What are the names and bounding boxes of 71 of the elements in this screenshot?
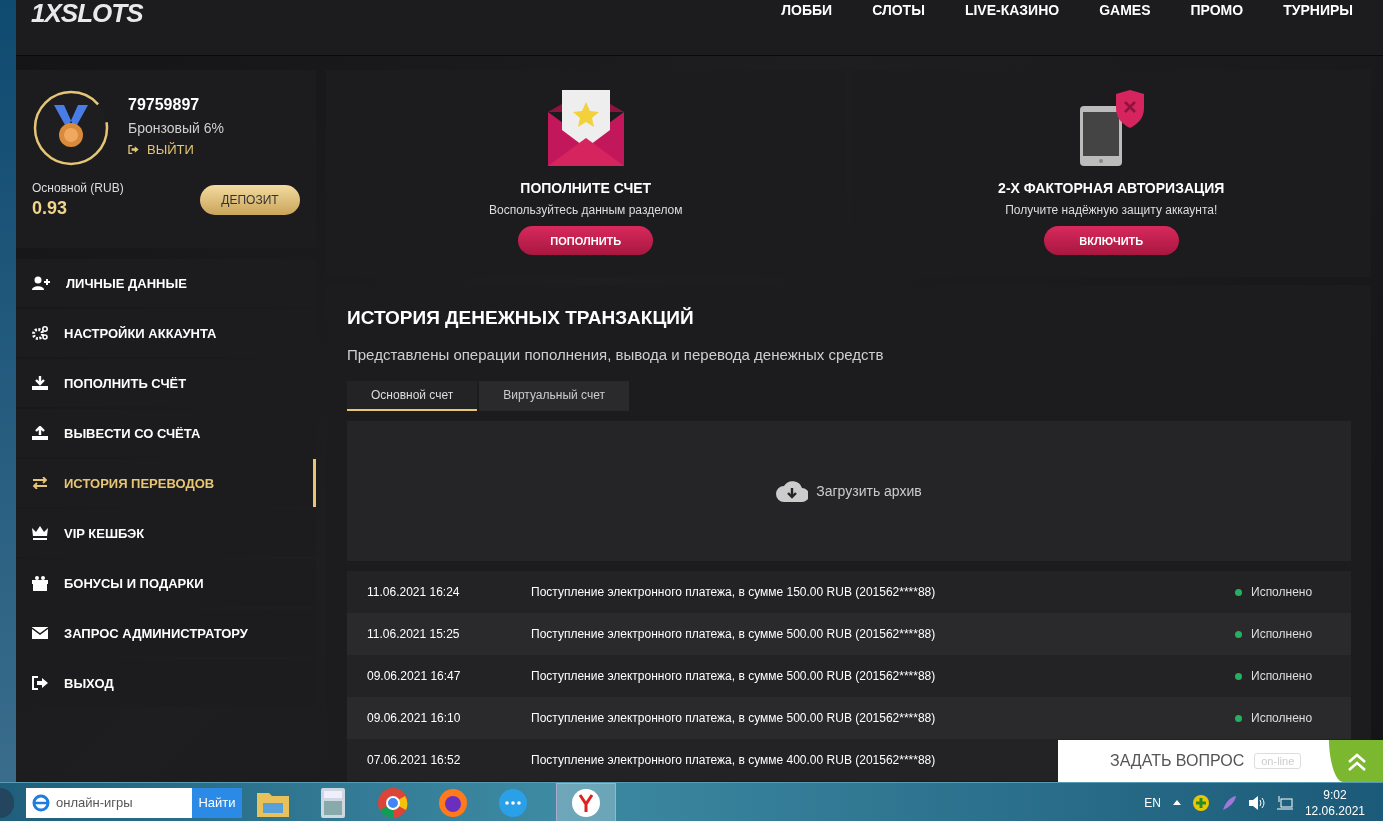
transaction-description: Поступление электронного платежа, в сумме 500.00 RUB (201562****88) xyxy=(531,627,936,641)
logout-icon xyxy=(32,676,48,690)
clock-date[interactable]: 12.06.2021 xyxy=(1304,803,1365,818)
download-icon xyxy=(32,376,48,390)
start-button[interactable] xyxy=(0,787,14,818)
transaction-status: Исполнено xyxy=(1251,585,1313,599)
transaction-description: Поступление электронного платежа, в сумме 150.00 RUB (201562****88) xyxy=(531,585,936,599)
nav-link[interactable]: ПРОМО xyxy=(1190,2,1244,18)
card-subtitle: Воспользуйтесь данным разделом xyxy=(489,203,683,217)
chat-label: ЗАДАТЬ ВОПРОС xyxy=(1110,752,1245,770)
account-tab[interactable]: Виртуальный счет xyxy=(479,381,629,411)
status-dot xyxy=(1235,588,1242,596)
card-button[interactable]: ВКЛЮЧИТЬ xyxy=(1043,226,1179,255)
crown-icon xyxy=(32,526,48,540)
browser-icon[interactable] xyxy=(376,785,410,820)
status-dot xyxy=(1235,672,1242,680)
nav-link[interactable]: LIVE-КАЗИНО xyxy=(964,2,1060,18)
transaction-description: Поступление электронного платежа, в сумме 500.00 RUB (201562****88) xyxy=(531,669,936,683)
upload-icon xyxy=(32,426,48,440)
transaction-description: Поступление электронного платежа, в сумме 400.00 RUB (201562****88) xyxy=(531,753,936,767)
cloud-download-icon xyxy=(776,480,809,502)
transaction-status: Исполнено xyxy=(1251,669,1313,683)
status-dot xyxy=(1235,630,1242,638)
transaction-description: Поступление электронного платежа, в сумме 500.00 RUB (201562****88) xyxy=(531,711,936,725)
account-id: 79759897 xyxy=(128,96,201,114)
site-logo[interactable]: 1XSLOTS xyxy=(31,0,143,26)
card-title: ПОПОЛНИТЕ СЧЕТ xyxy=(520,180,652,196)
gift-icon xyxy=(32,575,48,591)
status-dot xyxy=(1235,714,1242,722)
yandex-browser-icon[interactable] xyxy=(556,782,616,821)
balance-label: Основной (RUB) xyxy=(32,181,124,195)
envelope-star-icon xyxy=(547,90,624,166)
transaction-status: Исполнено xyxy=(1251,627,1313,641)
logout-link[interactable]: ВЫЙТИ xyxy=(147,142,194,157)
browser-logo-icon xyxy=(32,793,50,812)
transaction-status: Исполнено xyxy=(1251,711,1313,725)
envelope-icon xyxy=(32,627,48,639)
nav-link[interactable]: ТУРНИРЫ xyxy=(1283,2,1353,18)
account-tab[interactable]: Основной счет xyxy=(347,381,478,411)
transaction-date: 11.06.2021 15:25 xyxy=(367,627,461,641)
nav-link[interactable]: СЛОТЫ xyxy=(872,2,925,18)
network-icon[interactable] xyxy=(1276,795,1293,810)
logout-icon xyxy=(128,145,139,154)
chevrons-up-icon[interactable] xyxy=(1329,740,1383,782)
phone-shield-icon xyxy=(1078,90,1145,166)
transfer-icon xyxy=(32,477,48,489)
transaction-date: 09.06.2021 16:47 xyxy=(367,669,462,683)
balance-amount: 0.93 xyxy=(32,198,69,219)
plus-circle-icon[interactable] xyxy=(1192,794,1209,811)
speaker-icon[interactable] xyxy=(1248,795,1265,810)
transaction-date: 11.06.2021 16:24 xyxy=(367,585,461,599)
section-description: Представлены операции пополнения, вывода и перевода денежных средств xyxy=(347,346,885,363)
search-button[interactable]: Найти xyxy=(192,787,242,818)
deposit-button[interactable]: ДЕПОЗИТ xyxy=(200,185,300,215)
transaction-date: 09.06.2021 16:10 xyxy=(367,711,462,725)
language-indicator[interactable]: EN xyxy=(1144,795,1161,810)
search-field[interactable]: онлайн-игры xyxy=(26,787,192,818)
card-button[interactable]: ПОПОЛНИТЬ xyxy=(518,226,654,255)
nav-link[interactable]: ЛОББИ xyxy=(781,2,833,18)
section-title: ИСТОРИЯ ДЕНЕЖНЫХ ТРАНЗАКЦИЙ xyxy=(347,307,695,329)
feather-icon[interactable] xyxy=(1220,794,1237,811)
user-add-icon xyxy=(32,276,50,290)
nav-link[interactable]: GAMES xyxy=(1099,2,1151,18)
transaction-date: 07.06.2021 16:52 xyxy=(367,753,462,767)
loyalty-level: Бронзовый 6% xyxy=(128,120,224,136)
medal-icon xyxy=(32,89,110,167)
card-title: 2-Х ФАКТОРНАЯ АВТОРИЗАЦИЯ xyxy=(998,180,1225,196)
caret-up-icon[interactable] xyxy=(1172,800,1181,805)
clock-time[interactable]: 9:02 xyxy=(1323,787,1347,802)
card-subtitle: Получите надёжную защиту аккаунта! xyxy=(1005,203,1218,217)
download-archive-button[interactable]: Загрузить архив xyxy=(770,479,928,503)
